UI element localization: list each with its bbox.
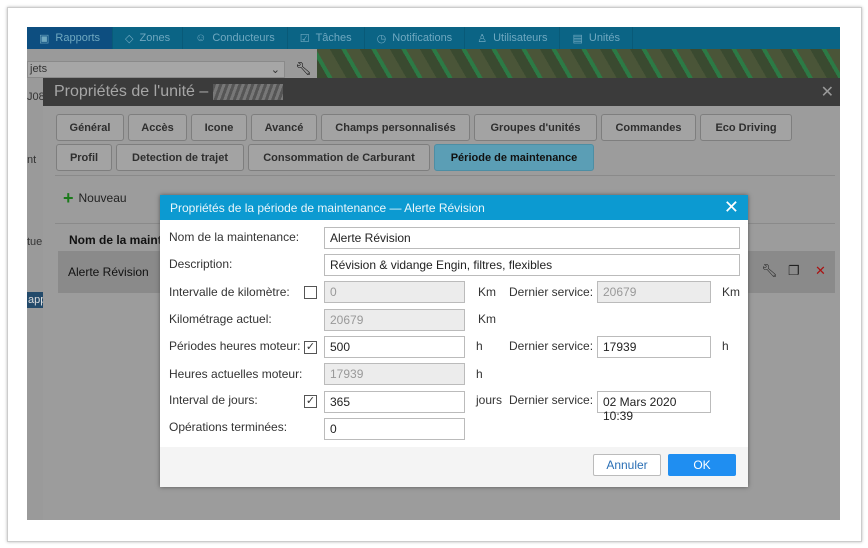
hours-checkbox[interactable]: ✓ [304,341,317,354]
driver-icon: ☺ [195,32,207,44]
tab-icone[interactable]: Icone [191,114,247,141]
hours-input[interactable]: 500 [324,336,465,358]
name-label: Nom de la maintenance: [169,230,300,244]
wrench-icon[interactable]: 🔧︎ [295,61,312,77]
plus-icon: + [63,188,74,208]
tab-general[interactable]: Général [56,114,124,141]
tab-groupes[interactable]: Groupes d'unités [474,114,597,141]
nav-rapports[interactable]: ▣ Rapports [27,27,114,49]
km-interval-checkbox[interactable] [304,286,317,299]
new-button[interactable]: + Nouveau [63,188,127,208]
users-icon: ♙ [477,32,488,45]
tab-eco-driving[interactable]: Eco Driving [700,114,792,141]
top-nav: ▣ Rapports ◇ Zones ☺ Conducteurs ☑ Tâches ◷ N… [27,27,840,49]
nav-unites[interactable]: ▤ Unités [560,27,634,49]
map[interactable] [317,49,840,79]
km-current-input[interactable]: 20679 [324,309,465,331]
hours-last-service-input[interactable]: 17939 [597,336,711,358]
description-label: Description: [169,257,233,271]
clock-icon: ◷ [376,32,387,45]
nav-zones[interactable]: ◇ Zones [113,27,184,49]
copy-icon[interactable]: ❐ [788,263,800,279]
nav-conducteurs[interactable]: ☺ Conducteurs [183,27,288,49]
days-input[interactable]: 365 [324,391,465,413]
redacted-unit-name [212,83,283,100]
tab-maintenance[interactable]: Période de maintenance [434,144,594,171]
chevron-down-icon: ⌄ [270,64,280,76]
tab-profil[interactable]: Profil [56,144,112,171]
tab-avance[interactable]: Avancé [251,114,317,141]
hours-current-input[interactable]: 17939 [324,363,465,385]
maintenance-dialog: Propriétés de la période de maintenance … [160,195,748,487]
km-last-service-input[interactable]: 20679 [597,281,711,303]
close-icon[interactable]: ✕ [821,82,834,102]
tab-acces[interactable]: Accès [128,114,187,141]
delete-icon[interactable]: ✕ [815,263,826,279]
maintenance-dialog-header: Propriétés de la période de maintenance … [160,195,748,220]
nav-utilisateurs[interactable]: ♙ Utilisateurs [465,27,561,49]
days-last-service-input[interactable]: 02 Mars 2020 10:39 [597,391,711,423]
cancel-button[interactable]: Annuler [593,454,661,476]
tab-detection[interactable]: Detection de trajet [116,144,244,171]
nav-taches[interactable]: ☑ Tâches [288,27,365,49]
ok-button[interactable]: OK [668,454,736,476]
tab-commandes[interactable]: Commandes [601,114,696,141]
tab-consommation[interactable]: Consommation de Carburant [248,144,430,171]
days-checkbox[interactable]: ✓ [304,395,317,408]
wrench-icon[interactable]: 🔧︎ [761,263,778,279]
vehicle-icon: ▤ [572,32,583,45]
chart-icon: ▣ [39,32,50,45]
km-interval-label: Intervalle de kilomètre: [169,285,290,299]
zones-icon: ◇ [125,32,134,45]
description-input[interactable]: Révision & vidange Engin, filtres, flexi… [324,254,740,276]
divider [55,175,835,176]
unit-dialog-header: Propriétés de l'unité – ✕ [43,78,840,106]
close-icon[interactable]: ✕ [724,197,739,218]
tab-champs[interactable]: Champs personnalisés [321,114,470,141]
name-input[interactable]: Alerte Révision [324,227,740,249]
operations-input[interactable]: 0 [324,418,465,440]
task-icon: ☑ [299,32,310,45]
nav-notifications[interactable]: ◷ Notifications [365,27,466,49]
unit-select[interactable]: jets ⌄ [27,61,285,78]
km-interval-input[interactable]: 0 [324,281,465,303]
